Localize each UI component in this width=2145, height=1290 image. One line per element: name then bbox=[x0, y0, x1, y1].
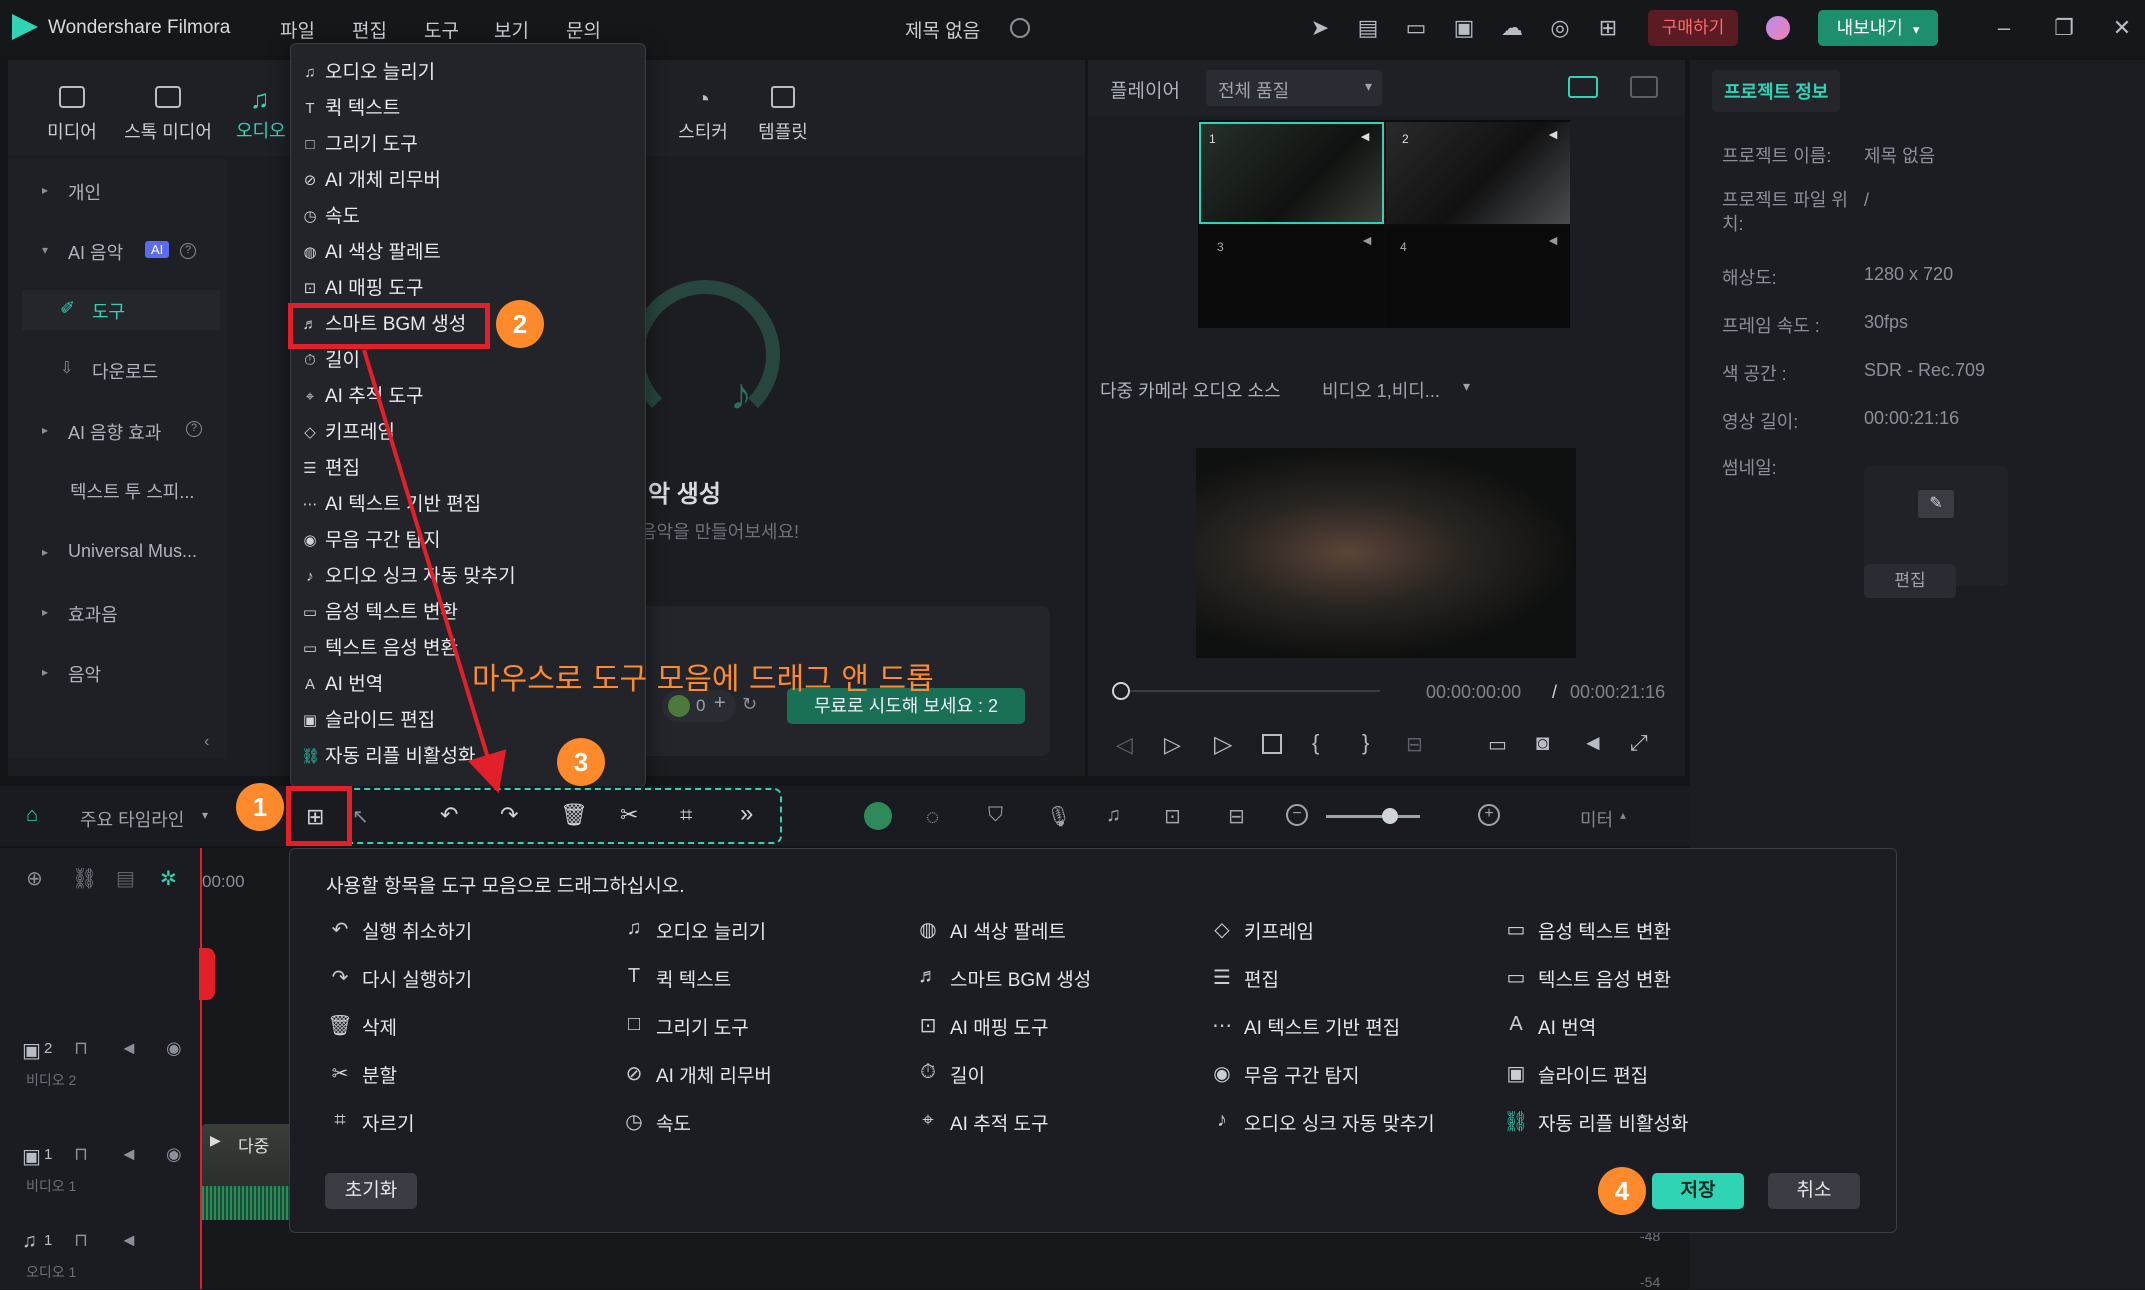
drag-instruction: 마우스로 도구 모음에 드래그 앤 드롭 bbox=[472, 662, 934, 697]
drag-arrow bbox=[362, 349, 507, 794]
step-2-badge: 2 bbox=[496, 300, 544, 348]
step-3-badge: 3 bbox=[557, 738, 605, 786]
step-1-badge: 1 bbox=[236, 783, 284, 831]
step-4-badge: 4 bbox=[1598, 1167, 1646, 1215]
